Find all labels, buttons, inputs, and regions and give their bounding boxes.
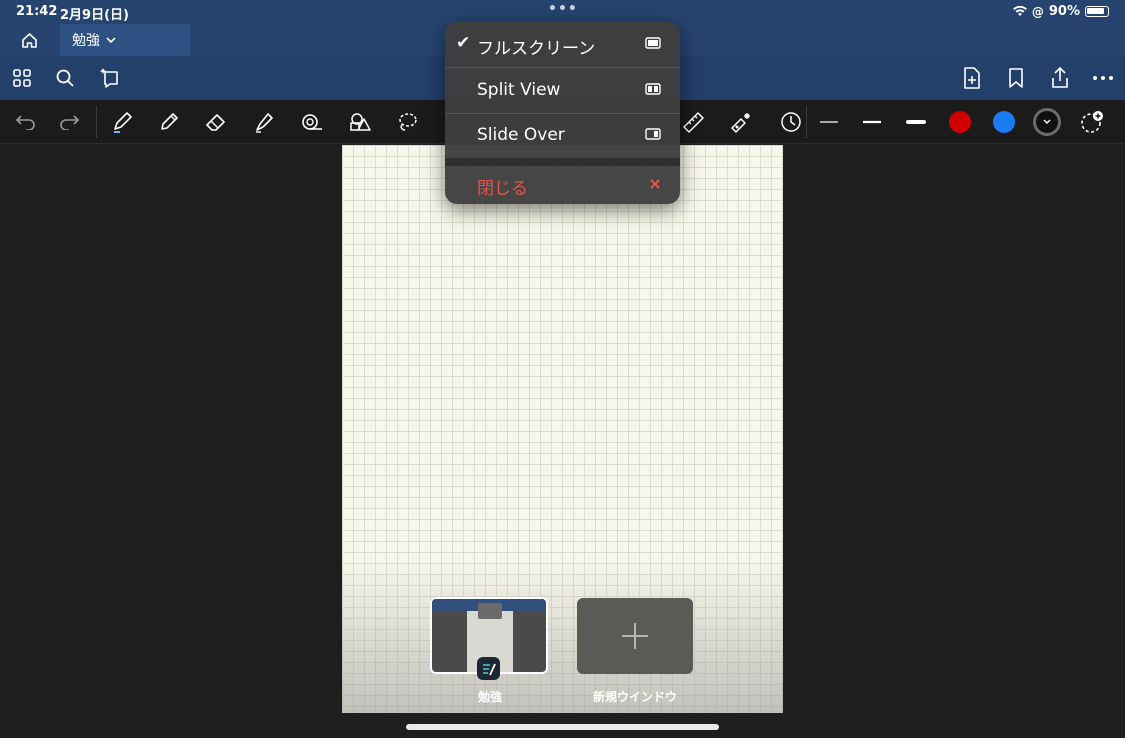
search-icon[interactable] <box>53 66 77 90</box>
highlighter-icon[interactable] <box>250 108 278 136</box>
multitasking-menu: ✔ フルスクリーン Split View Slide Over 閉じる <box>445 22 680 204</box>
tab-notebook[interactable]: 勉強 <box>60 24 190 56</box>
tape-icon[interactable] <box>298 108 326 136</box>
switcher-shade <box>342 560 783 713</box>
eraser-icon[interactable] <box>202 108 230 136</box>
close-icon <box>650 179 660 189</box>
new-page-icon[interactable] <box>960 66 984 90</box>
redo-icon[interactable] <box>55 108 83 136</box>
stroke-medium-icon[interactable] <box>858 108 886 136</box>
thumbnail-menu <box>478 603 502 619</box>
checkmark-icon: ✔ <box>456 33 471 53</box>
toolbar-divider <box>806 106 807 138</box>
stroke-thick-icon[interactable] <box>902 108 930 136</box>
menu-item-close[interactable]: 閉じる <box>445 164 680 204</box>
wifi-icon <box>1012 6 1027 16</box>
slide-over-icon <box>645 128 661 140</box>
home-button[interactable] <box>0 24 58 56</box>
color-blue-swatch[interactable] <box>990 108 1018 136</box>
chevron-down-icon <box>106 36 116 43</box>
history-icon[interactable] <box>775 108 803 136</box>
new-window-button[interactable] <box>577 598 693 674</box>
status-time: 21:42 <box>16 4 58 19</box>
menu-label-fullscreen: フルスクリーン <box>477 39 596 59</box>
plus-icon <box>622 623 648 649</box>
pencil-icon[interactable] <box>155 108 183 136</box>
stroke-thin-icon[interactable] <box>815 108 843 136</box>
color-black-swatch[interactable] <box>1033 108 1061 136</box>
undo-icon[interactable] <box>12 108 40 136</box>
menu-label-split-view: Split View <box>477 80 561 100</box>
share-icon[interactable] <box>1048 66 1072 90</box>
tab-title: 勉強 <box>72 33 100 49</box>
bookmark-icon[interactable] <box>1004 66 1028 90</box>
laser-pointer-icon[interactable] <box>727 108 755 136</box>
add-color-icon[interactable] <box>1078 108 1106 136</box>
menu-item-fullscreen[interactable]: ✔ フルスクリーン <box>445 22 680 67</box>
grid-icon[interactable] <box>10 66 34 90</box>
multitasking-dots-icon[interactable]: ••• <box>548 1 578 17</box>
app-badge-icon <box>477 657 500 680</box>
shapes-icon[interactable] <box>346 108 374 136</box>
window-label-current: 勉強 <box>477 690 502 704</box>
more-icon[interactable] <box>1091 66 1115 90</box>
menu-label-slide-over: Slide Over <box>477 125 565 145</box>
battery-percent: 90% <box>1048 4 1080 19</box>
home-indicator[interactable] <box>406 724 719 730</box>
menu-label-close: 閉じる <box>477 179 528 199</box>
menu-item-slide-over[interactable]: Slide Over <box>445 113 680 158</box>
battery-icon <box>1085 6 1109 17</box>
location-icon: @ <box>1031 4 1044 19</box>
lasso-icon[interactable] <box>393 108 421 136</box>
ruler-icon[interactable] <box>680 108 708 136</box>
status-date: 2月9日(日) <box>60 8 129 23</box>
split-view-icon <box>645 83 661 95</box>
ai-assist-icon[interactable] <box>98 66 122 90</box>
toolbar-divider <box>96 106 97 138</box>
color-black-dot <box>1033 108 1061 136</box>
window-label-new: 新規ウインドウ <box>592 690 677 704</box>
fullscreen-icon <box>645 37 661 49</box>
menu-item-split-view[interactable]: Split View <box>445 68 680 113</box>
color-blue-dot <box>993 111 1015 133</box>
color-red-dot <box>949 111 971 133</box>
status-right: @ 90% <box>1012 4 1109 19</box>
status-bar: 21:42 2月9日(日) ••• @ 90% <box>0 0 1125 24</box>
home-icon <box>21 32 37 48</box>
pen-icon[interactable] <box>108 108 136 136</box>
color-red-swatch[interactable] <box>946 108 974 136</box>
